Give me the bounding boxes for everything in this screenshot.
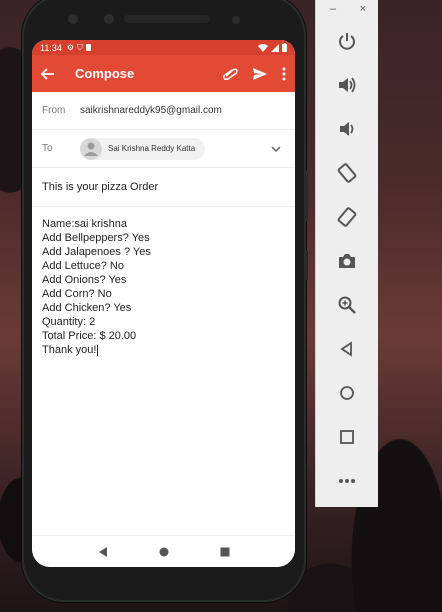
body-line: Add Lettuce? No — [42, 260, 124, 272]
rotate-left-icon — [337, 163, 357, 183]
battery-icon — [282, 43, 287, 52]
body-line: Quantity: 2 — [42, 316, 96, 328]
back-arrow-icon[interactable] — [41, 67, 55, 81]
home-icon — [340, 386, 354, 400]
attach-icon[interactable] — [222, 67, 238, 81]
settings-status-icon: ⚙ — [66, 43, 75, 52]
power-icon — [339, 33, 355, 50]
from-address[interactable]: saikrishnareddyk95@gmail.com — [80, 105, 222, 116]
sd-card-icon — [86, 44, 92, 51]
from-row[interactable]: From saikrishnareddyk95@gmail.com — [32, 92, 295, 130]
sensor-right — [232, 16, 240, 24]
back-icon — [340, 341, 352, 357]
more-button[interactable] — [335, 469, 359, 493]
volume-down-icon — [340, 122, 354, 136]
emulator-toolbar: – × — [315, 0, 378, 507]
body-line: Thank you! — [42, 344, 97, 356]
more-icon — [339, 479, 355, 483]
front-camera — [68, 14, 78, 24]
phone-screen: 11:34 ⚙ ⛉ Compose From saikrishnareddyk9… — [32, 40, 295, 567]
rotate-right-button[interactable] — [335, 205, 359, 229]
power-button[interactable] — [335, 29, 359, 53]
body-line: Add Chicken? Yes — [42, 302, 132, 314]
from-label: From — [42, 105, 66, 116]
subject-field[interactable]: This is your pizza Order — [32, 168, 295, 207]
overview-icon — [340, 430, 354, 444]
shield-status-icon: ⛉ — [77, 42, 84, 52]
chevron-down-icon[interactable] — [271, 145, 281, 152]
app-bar: Compose — [32, 55, 295, 92]
minimize-button[interactable]: – — [330, 3, 336, 15]
body-line-last: Thank you! — [42, 343, 285, 357]
volume-up-button[interactable] — [335, 73, 359, 97]
earpiece-speaker — [124, 15, 210, 23]
text-cursor — [97, 344, 99, 356]
volume-up-icon — [339, 77, 356, 93]
rotate-left-button[interactable] — [335, 161, 359, 185]
zoom-icon — [338, 296, 356, 314]
home-button[interactable] — [335, 381, 359, 405]
more-options-icon[interactable] — [282, 67, 286, 81]
status-bar: 11:34 ⚙ ⛉ — [32, 40, 295, 55]
avatar — [80, 137, 102, 160]
close-button[interactable]: × — [360, 3, 366, 15]
body-line: Add Onions? Yes — [42, 274, 127, 286]
body-line: Add Jalapenoes ? Yes — [42, 246, 151, 258]
body-line: Total Price: $ 20.00 — [42, 330, 137, 342]
back-button[interactable] — [335, 337, 359, 361]
page-title: Compose — [75, 66, 135, 81]
status-time: 11:34 — [40, 42, 62, 53]
camera-icon — [339, 254, 355, 268]
body-line: Name:sai krishna — [42, 218, 127, 230]
volume-down-button[interactable] — [335, 117, 359, 141]
recipient-name: Sai Krishna Reddy Katta — [108, 144, 196, 153]
screenshot-button[interactable] — [335, 249, 359, 273]
overview-button[interactable] — [335, 425, 359, 449]
body-line: Add Bellpeppers? Yes — [42, 232, 150, 244]
nav-home-icon[interactable] — [159, 547, 169, 557]
phone-power-button — [305, 250, 308, 280]
sensor — [104, 14, 114, 24]
signal-icon — [271, 43, 279, 52]
body-line: Add Corn? No — [42, 288, 112, 300]
rotate-right-icon — [337, 207, 357, 227]
android-nav-bar — [32, 535, 295, 567]
recipient-chip[interactable]: Sai Krishna Reddy Katta — [80, 137, 206, 160]
phone-volume-button — [305, 170, 308, 222]
nav-back-icon[interactable] — [98, 546, 108, 557]
wifi-icon — [258, 43, 268, 52]
to-label: To — [42, 143, 53, 154]
nav-overview-icon[interactable] — [220, 547, 230, 557]
send-icon[interactable] — [252, 67, 268, 81]
zoom-button[interactable] — [335, 293, 359, 317]
email-body[interactable]: Name:sai krishna Add Bellpeppers? Yes Ad… — [32, 207, 295, 367]
to-row[interactable]: To Sai Krishna Reddy Katta — [32, 130, 295, 168]
person-icon — [84, 142, 98, 156]
